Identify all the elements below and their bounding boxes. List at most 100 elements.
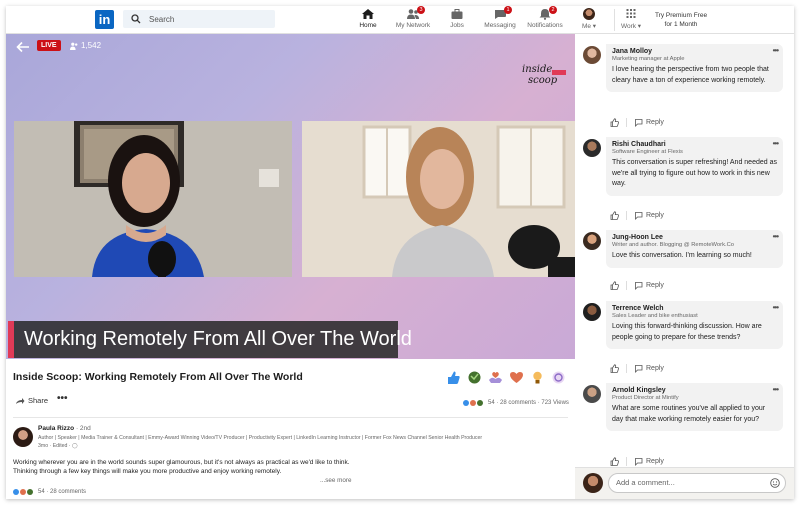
like-icon[interactable] bbox=[610, 211, 619, 220]
reply-label: Reply bbox=[646, 365, 664, 372]
emoji-icon[interactable] bbox=[770, 478, 780, 488]
comment-text: Loving this forward-thinking discussion.… bbox=[612, 323, 762, 341]
premium-line1: Try Premium Free bbox=[654, 12, 708, 19]
reply-icon bbox=[635, 282, 643, 290]
bottom-celebrate-icon bbox=[27, 489, 33, 495]
reply-icon bbox=[635, 119, 643, 127]
insightful-reaction-icon[interactable] bbox=[530, 370, 545, 385]
reply-icon bbox=[635, 365, 643, 373]
author-headline: Author | Speaker | Media Trainer & Consu… bbox=[38, 435, 483, 441]
like-icon[interactable] bbox=[610, 457, 619, 466]
comments-panel: ••• Jana Molloy Marketing manager at App… bbox=[575, 34, 794, 467]
current-user-avatar bbox=[583, 473, 603, 493]
author-avatar[interactable] bbox=[13, 427, 33, 447]
share-label: Share bbox=[28, 396, 49, 405]
briefcase-icon bbox=[451, 9, 463, 19]
speaker-feed-right bbox=[302, 121, 575, 277]
network-badge: 3 bbox=[417, 6, 425, 14]
commenter-name[interactable]: Jung-Hoon Lee bbox=[612, 234, 777, 241]
speaker-right-image bbox=[302, 121, 575, 277]
commenter-avatar[interactable] bbox=[583, 46, 601, 64]
support-reaction-icon[interactable] bbox=[488, 370, 503, 385]
linkedin-logo-icon[interactable]: in bbox=[95, 10, 114, 29]
commenter-avatar[interactable] bbox=[583, 385, 601, 403]
like-reaction-icon[interactable] bbox=[446, 370, 461, 385]
commenter-avatar[interactable] bbox=[583, 139, 601, 157]
home-icon bbox=[362, 9, 374, 19]
commenter-name[interactable]: Terrence Welch bbox=[612, 305, 777, 312]
nav-my-network[interactable]: 3 My Network bbox=[388, 6, 438, 33]
comment-composer: Add a comment... bbox=[575, 467, 794, 499]
commenter-name[interactable]: Rishi Chaudhari bbox=[612, 141, 777, 148]
comment-more-icon[interactable]: ••• bbox=[773, 139, 779, 148]
comment-bubble: ••• Rishi Chaudhari Software Engineer at… bbox=[606, 137, 783, 196]
action-separator bbox=[626, 211, 627, 220]
bottom-stats-text: 54 · 28 comments bbox=[38, 489, 87, 495]
reply-button[interactable]: Reply bbox=[634, 118, 664, 127]
author-name-row[interactable]: Paula Rizzo · 2nd bbox=[38, 425, 91, 432]
post-more-options-button[interactable]: ••• bbox=[57, 393, 68, 404]
share-button[interactable]: Share bbox=[15, 396, 48, 405]
search-placeholder: Search bbox=[149, 14, 175, 24]
post-timestamp: 3mo · Edited · ◯ bbox=[38, 443, 78, 449]
logo-line2: scoop bbox=[528, 75, 558, 86]
like-icon[interactable] bbox=[610, 281, 619, 290]
premium-line2: for 1 Month bbox=[664, 21, 698, 28]
search-input[interactable]: Search bbox=[123, 10, 275, 28]
reply-button[interactable]: Reply bbox=[634, 211, 664, 220]
comment-actions: Reply bbox=[610, 364, 664, 373]
post-stats[interactable]: 54 · 28 comments · 723 Views bbox=[463, 400, 569, 406]
comment-more-icon[interactable]: ••• bbox=[773, 46, 779, 55]
video-lower-third: Working Remotely From All Over The World bbox=[8, 321, 412, 358]
action-separator bbox=[626, 457, 627, 466]
app-window: in Search Home 3 My Network Jobs 1 Messa… bbox=[6, 6, 794, 499]
comment-bubble: ••• Jung-Hoon Lee Writer and author. Blo… bbox=[606, 230, 783, 268]
comment-more-icon[interactable]: ••• bbox=[773, 232, 779, 241]
logo-accent-bar bbox=[552, 70, 566, 75]
add-comment-input[interactable]: Add a comment... bbox=[608, 473, 786, 493]
love-reaction-icon[interactable] bbox=[509, 370, 524, 385]
nav-work-label: Work ▾ bbox=[620, 23, 642, 30]
comment-actions: Reply bbox=[610, 211, 664, 220]
commenter-role: Software Engineer at Flexis bbox=[612, 149, 683, 155]
reply-button[interactable]: Reply bbox=[634, 281, 664, 290]
nav-home-label: Home bbox=[359, 22, 377, 29]
stat-celebrate-icon bbox=[477, 400, 483, 406]
reply-button[interactable]: Reply bbox=[634, 364, 664, 373]
comment-more-icon[interactable]: ••• bbox=[773, 385, 779, 394]
nav-notifications[interactable]: 2 Notifications bbox=[520, 6, 570, 33]
me-avatar bbox=[583, 8, 595, 20]
globe-icon: ◯ bbox=[72, 443, 78, 449]
premium-link[interactable]: Try Premium Free for 1 Month bbox=[651, 11, 711, 29]
top-nav: in Search Home 3 My Network Jobs 1 Messa… bbox=[6, 6, 794, 36]
nav-messaging[interactable]: 1 Messaging bbox=[475, 6, 525, 33]
commenter-role: Sales Leader and bike enthusiast bbox=[612, 313, 698, 319]
nav-work[interactable]: Work ▾ bbox=[606, 8, 656, 33]
notifications-badge: 2 bbox=[549, 6, 557, 14]
comment-more-icon[interactable]: ••• bbox=[773, 303, 779, 312]
live-video-player[interactable]: LIVE 1,542 inside scoop Working Remotely… bbox=[6, 34, 575, 359]
celebrate-reaction-icon[interactable] bbox=[467, 370, 482, 385]
commenter-avatar[interactable] bbox=[583, 232, 601, 250]
nav-messaging-label: Messaging bbox=[484, 22, 516, 29]
post-stats-text: 54 · 28 comments · 723 Views bbox=[488, 400, 569, 406]
see-more-link[interactable]: ...see more bbox=[320, 477, 352, 484]
reply-button[interactable]: Reply bbox=[634, 457, 664, 466]
reply-icon bbox=[635, 212, 643, 220]
curious-reaction-icon[interactable] bbox=[551, 370, 566, 385]
bottom-stats[interactable]: 54 · 28 comments bbox=[13, 489, 86, 495]
messaging-badge: 1 bbox=[504, 6, 512, 14]
back-arrow-icon[interactable] bbox=[16, 41, 30, 53]
like-icon[interactable] bbox=[610, 364, 619, 373]
bottom-love-icon bbox=[20, 489, 26, 495]
viewer-count-value: 1,542 bbox=[81, 41, 102, 50]
post-body-line1: Working wherever you are in the world so… bbox=[13, 459, 350, 466]
like-icon[interactable] bbox=[610, 118, 619, 127]
grid-icon bbox=[626, 9, 636, 18]
commenter-name[interactable]: Jana Molloy bbox=[612, 48, 777, 55]
comment-bubble: ••• Arnold Kingsley Product Director at … bbox=[606, 383, 783, 431]
commenter-name[interactable]: Arnold Kingsley bbox=[612, 387, 777, 394]
nav-home[interactable]: Home bbox=[343, 8, 393, 36]
viewer-count: 1,542 bbox=[70, 41, 101, 50]
commenter-avatar[interactable] bbox=[583, 303, 601, 321]
